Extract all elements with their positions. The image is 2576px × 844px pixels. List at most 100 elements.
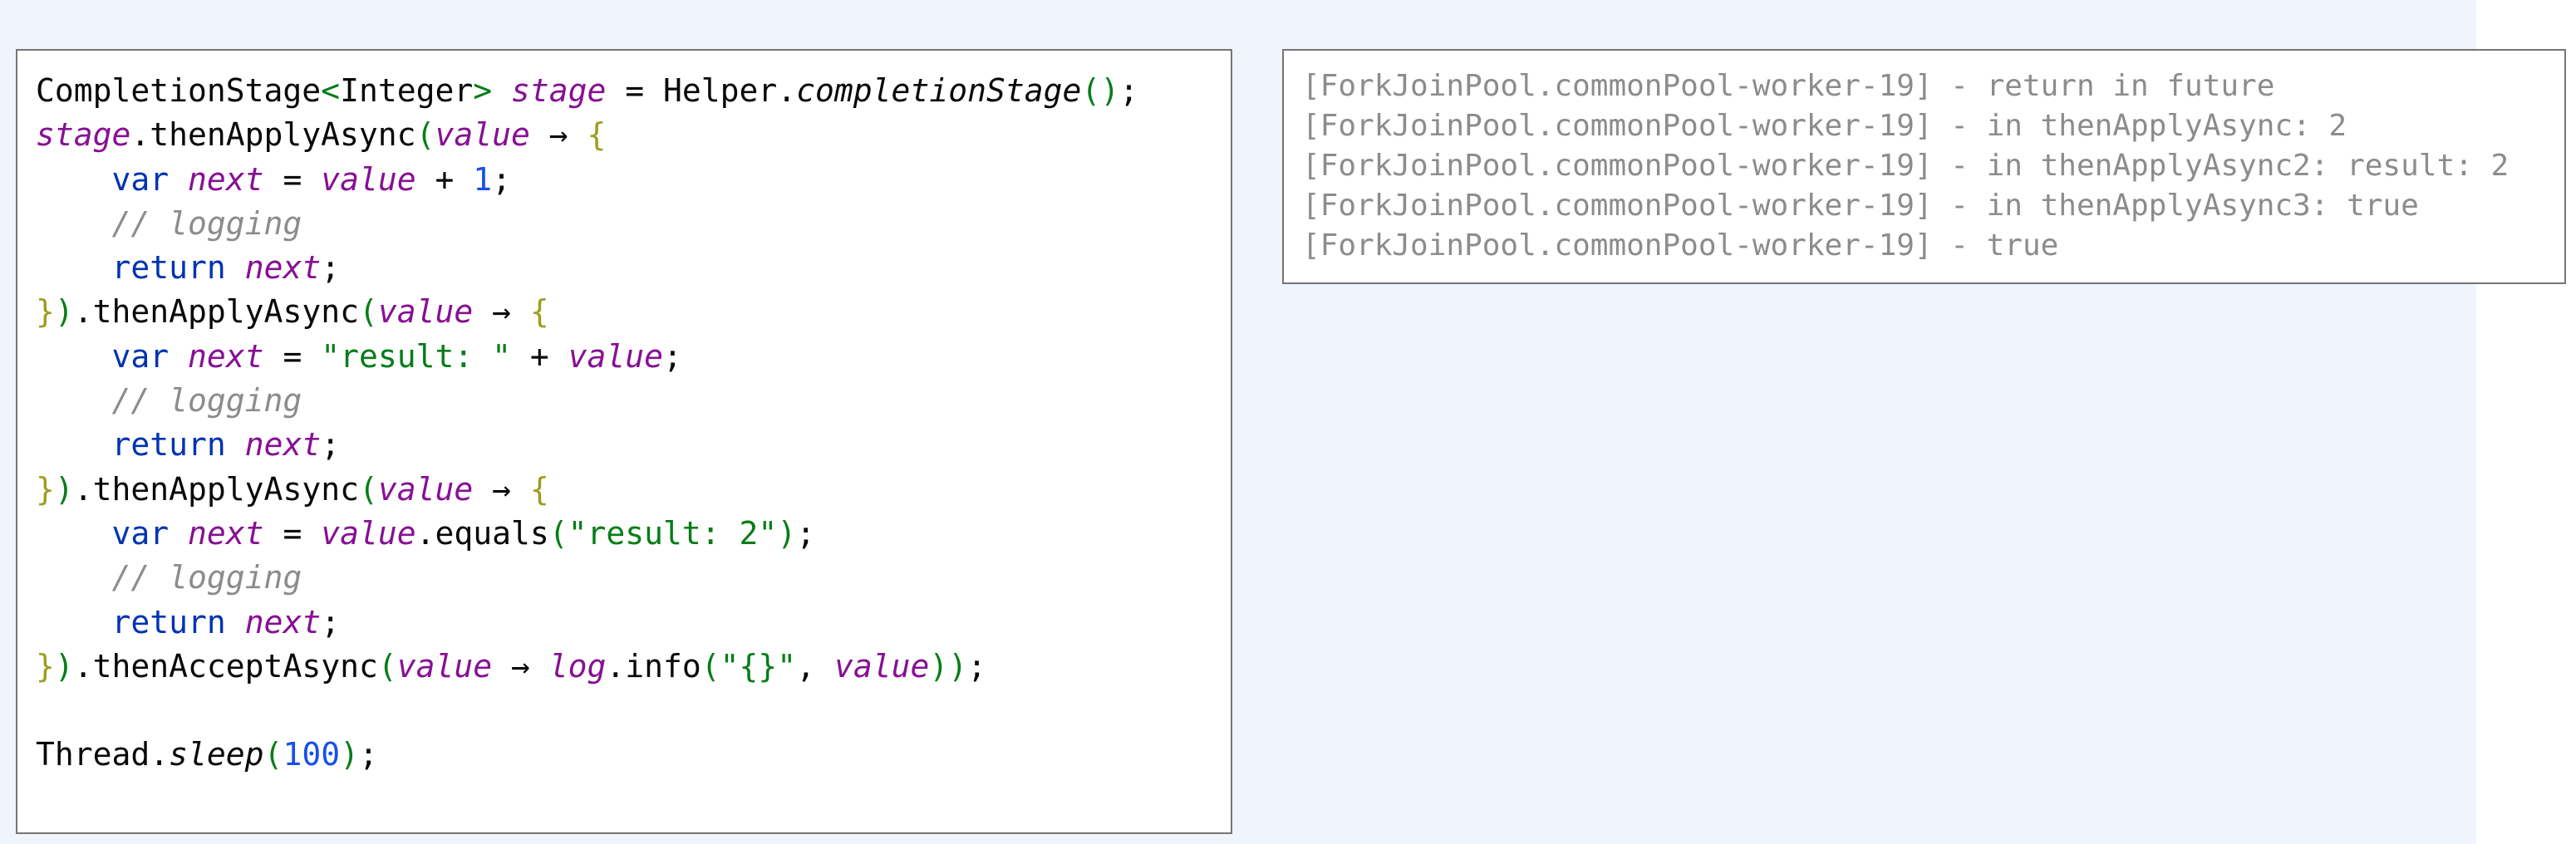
- code-token: value: [435, 116, 530, 154]
- code-token: ;: [492, 160, 512, 198]
- code-line: stage.thenApplyAsync(value → {: [36, 113, 1231, 157]
- code-token: →: [492, 647, 549, 685]
- code-token: ): [777, 514, 797, 552]
- code-token: return: [111, 426, 226, 464]
- code-token: =: [263, 160, 322, 198]
- code-line: // logging: [36, 556, 1231, 600]
- code-editor-panel: CompletionStage<Integer> stage = Helper.…: [16, 49, 1232, 834]
- code-token: value: [833, 647, 930, 685]
- code-line: }).thenApplyAsync(value → {: [36, 468, 1231, 512]
- code-token: }: [36, 470, 55, 508]
- code-token: .equals: [415, 514, 549, 552]
- code-token: "{}": [720, 647, 797, 685]
- code-token: log: [548, 647, 607, 685]
- code-token: // logging: [111, 382, 302, 420]
- code-token: ,: [796, 647, 834, 685]
- log-line: [ForkJoinPool.commonPool-worker-19] - tr…: [1302, 228, 2059, 263]
- code-token: .thenAcceptAsync: [73, 647, 378, 685]
- code-line: var next = value.equals("result: 2");: [36, 512, 1231, 556]
- code-token: = Helper.: [606, 72, 797, 109]
- code-token: ;: [358, 736, 378, 773]
- log-line: [ForkJoinPool.commonPool-worker-19] - re…: [1302, 69, 2275, 103]
- code-token: ;: [321, 249, 341, 287]
- code-token: →: [473, 293, 530, 331]
- code-token: next: [188, 514, 264, 552]
- code-line: }).thenAcceptAsync(value → log.info("{}"…: [36, 645, 1231, 689]
- code-token: .thenApplyAsync: [73, 293, 359, 331]
- code-token: // logging: [111, 559, 302, 596]
- code-token: completionStage: [796, 72, 1082, 109]
- code-line: Thread.sleep(100);: [36, 733, 1231, 777]
- code-token: Integer: [340, 72, 474, 109]
- code-token: var: [111, 160, 170, 198]
- code-token: next: [188, 337, 264, 375]
- code-line: }).thenApplyAsync(value → {: [36, 290, 1231, 334]
- code-token: (: [263, 736, 283, 773]
- code-token: <: [321, 72, 341, 109]
- code-token: var: [111, 337, 170, 375]
- code-token: value: [377, 293, 474, 331]
- code-token: )): [929, 647, 968, 685]
- code-line: CompletionStage<Integer> stage = Helper.…: [36, 69, 1231, 113]
- code-line: return next;: [36, 423, 1231, 467]
- code-token: ): [54, 647, 74, 685]
- log-line: [ForkJoinPool.commonPool-worker-19] - in…: [1302, 149, 2510, 183]
- code-line: // logging: [36, 202, 1231, 246]
- code-token: next: [244, 603, 322, 640]
- code-token: ): [54, 293, 74, 331]
- code-token: ): [340, 736, 359, 773]
- code-token: +: [415, 160, 474, 198]
- console-output-panel: [ForkJoinPool.commonPool-worker-19] - re…: [1282, 49, 2566, 284]
- code-token: ;: [663, 337, 682, 375]
- code-token: value: [321, 160, 416, 198]
- code-token: }: [36, 647, 55, 685]
- code-token: "result: 2": [568, 514, 778, 552]
- code-token: sleep: [169, 736, 264, 773]
- code-token: value: [568, 337, 664, 375]
- code-token: ;: [321, 603, 341, 640]
- code-token: {: [587, 116, 607, 154]
- code-token: var: [111, 514, 170, 552]
- code-token: next: [244, 249, 322, 287]
- code-token: .thenApplyAsync: [130, 116, 416, 154]
- code-token: (: [377, 647, 397, 685]
- code-line: return next;: [36, 601, 1231, 645]
- code-token: // logging: [111, 204, 302, 242]
- code-token: value: [377, 470, 474, 508]
- code-token: (: [358, 470, 378, 508]
- code-token: stage: [511, 72, 607, 109]
- code-token: →: [529, 116, 587, 154]
- code-line: var next = value + 1;: [36, 158, 1231, 202]
- code-token: (: [358, 293, 378, 331]
- code-token: =: [263, 514, 322, 552]
- code-line: return next;: [36, 246, 1231, 290]
- code-token: .info: [606, 647, 701, 685]
- code-token: {: [529, 470, 549, 508]
- code-token: ;: [1119, 72, 1138, 109]
- code-token: }: [36, 293, 55, 331]
- code-token: .thenApplyAsync: [73, 470, 359, 508]
- code-token: +: [510, 337, 568, 375]
- code-token: next: [188, 160, 264, 198]
- code-token: Thread.: [36, 736, 170, 773]
- code-token: CompletionStage: [36, 72, 322, 109]
- code-token: →: [473, 470, 530, 508]
- code-token: >: [473, 72, 493, 109]
- code-token: {: [529, 293, 549, 331]
- code-token: value: [396, 647, 493, 685]
- code-token: ): [54, 470, 74, 508]
